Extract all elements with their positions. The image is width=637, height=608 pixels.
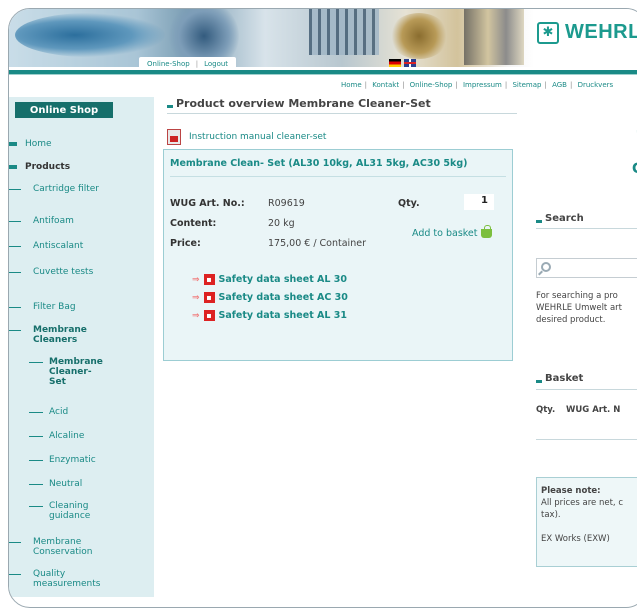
sidebar-item-cartridge-filter[interactable]: Cartridge filter bbox=[9, 184, 103, 194]
language-switcher bbox=[389, 59, 416, 67]
subnav-agb[interactable]: AGB bbox=[552, 81, 567, 89]
search-heading: Search bbox=[536, 213, 584, 224]
logo-icon: ✱ bbox=[537, 21, 559, 44]
basket-heading: Basket bbox=[536, 373, 583, 384]
top-links: Online-Shop | Logout bbox=[139, 57, 237, 70]
sidebar-item-quality-measurements[interactable]: Quality measurements bbox=[9, 569, 103, 589]
logo-text: WEHRLE bbox=[565, 21, 637, 43]
sidebar-item-filter-bag[interactable]: Filter Bag bbox=[9, 302, 103, 312]
sidebar-item-neutral[interactable]: Neutral bbox=[29, 479, 119, 489]
sidebar-item-antifoam[interactable]: Antifoam bbox=[9, 216, 103, 226]
product-card: Membrane Clean- Set (AL30 10kg, AL31 5kg… bbox=[163, 149, 513, 361]
logout-link[interactable]: Logout bbox=[204, 60, 228, 68]
sidebar-item-products[interactable]: Products bbox=[9, 162, 95, 172]
pdf-icon: ▪ bbox=[203, 310, 215, 321]
subnav-kontakt[interactable]: Kontakt bbox=[372, 81, 399, 89]
sidebar-item-home[interactable]: Home bbox=[9, 139, 95, 149]
page-title: Product overview Membrane Cleaner-Set bbox=[176, 97, 431, 110]
content-label: Content: bbox=[170, 218, 217, 229]
subnav-sitemap[interactable]: Sitemap bbox=[512, 81, 541, 89]
sidebar-item-acid[interactable]: Acid bbox=[29, 407, 119, 417]
sidebar-heading: Online Shop bbox=[15, 102, 113, 118]
sidebar-item-membrane-cleaners[interactable]: Membrane Cleaners bbox=[9, 325, 103, 345]
sidebar-item-antiscalant[interactable]: Antiscalant bbox=[9, 241, 103, 251]
instruction-manual-link[interactable]: Instruction manual cleaner-set bbox=[167, 129, 326, 145]
search-input[interactable] bbox=[536, 258, 637, 278]
sidebar-item-membrane-conservation[interactable]: Membrane Conservation bbox=[9, 537, 103, 557]
app-frame: ✱ WEHRLE Online-Shop | Logout Home| Kont… bbox=[8, 8, 637, 608]
art-no-label: WUG Art. No.: bbox=[170, 198, 245, 209]
content-value: 20 kg bbox=[268, 218, 295, 229]
sidebar: Online Shop Home Products Cartridge filt… bbox=[9, 97, 154, 597]
english-flag-icon[interactable] bbox=[404, 59, 416, 67]
german-flag-icon[interactable] bbox=[389, 59, 401, 67]
sidebar-item-enzymatic[interactable]: Enzymatic bbox=[29, 455, 119, 465]
right-column: ' C Search For searching a pro WEHRLE Um… bbox=[536, 109, 637, 589]
online-shop-link[interactable]: Online-Shop bbox=[147, 60, 190, 68]
pdf-icon bbox=[167, 129, 181, 145]
sidebar-item-cleaning-guidance[interactable]: Cleaning guidance bbox=[29, 501, 109, 521]
arrow-icon: ⇒ bbox=[192, 292, 200, 303]
sidebar-item-alcaline[interactable]: Alcaline bbox=[29, 431, 119, 441]
search-icon bbox=[541, 262, 551, 272]
safety-sheet-al31-link[interactable]: ⇒ ▪ Safety data sheet AL 31 bbox=[192, 310, 347, 321]
top-bar: Online-Shop | Logout bbox=[9, 57, 637, 70]
arrow-icon: ⇒ bbox=[192, 274, 200, 285]
brand-logo[interactable]: ✱ WEHRLE bbox=[537, 21, 637, 44]
sidebar-item-cuvette-tests[interactable]: Cuvette tests bbox=[9, 267, 103, 277]
price-label: Price: bbox=[170, 238, 201, 249]
subnav-druckversion[interactable]: Druckvers bbox=[578, 81, 614, 89]
add-to-basket-button[interactable]: Add to basket bbox=[412, 225, 492, 239]
quantity-input[interactable]: 1 bbox=[464, 194, 494, 210]
subnav-home[interactable]: Home bbox=[341, 81, 362, 89]
price-value: 175,00 € / Container bbox=[268, 238, 366, 249]
page-title-wrap: Product overview Membrane Cleaner-Set bbox=[167, 97, 431, 110]
sidebar-item-membrane-cleaner-set[interactable]: Membrane Cleaner-Set bbox=[29, 357, 104, 387]
sub-navigation: Home | Kontakt | Online-Shop | Impressum | S… bbox=[341, 81, 614, 89]
qty-label: Qty. bbox=[398, 198, 420, 209]
price-note: Please note: All prices are net, c tax).… bbox=[536, 477, 637, 567]
pdf-icon: ▪ bbox=[203, 274, 215, 285]
safety-sheet-ac30-link[interactable]: ⇒ ▪ Safety data sheet AC 30 bbox=[192, 292, 348, 303]
basket-art-header: WUG Art. N bbox=[566, 405, 621, 415]
basket-icon bbox=[480, 225, 492, 238]
subnav-online-shop[interactable]: Online-Shop bbox=[410, 81, 453, 89]
arrow-icon: ⇒ bbox=[192, 310, 200, 321]
product-name[interactable]: Membrane Clean- Set (AL30 10kg, AL31 5kg… bbox=[170, 158, 467, 169]
art-no-value: R09619 bbox=[268, 198, 305, 209]
basket-qty-header: Qty. bbox=[536, 405, 556, 415]
subnav-impressum[interactable]: Impressum bbox=[463, 81, 502, 89]
pdf-icon: ▪ bbox=[203, 292, 215, 303]
safety-sheet-al30-link[interactable]: ⇒ ▪ Safety data sheet AL 30 bbox=[192, 274, 347, 285]
